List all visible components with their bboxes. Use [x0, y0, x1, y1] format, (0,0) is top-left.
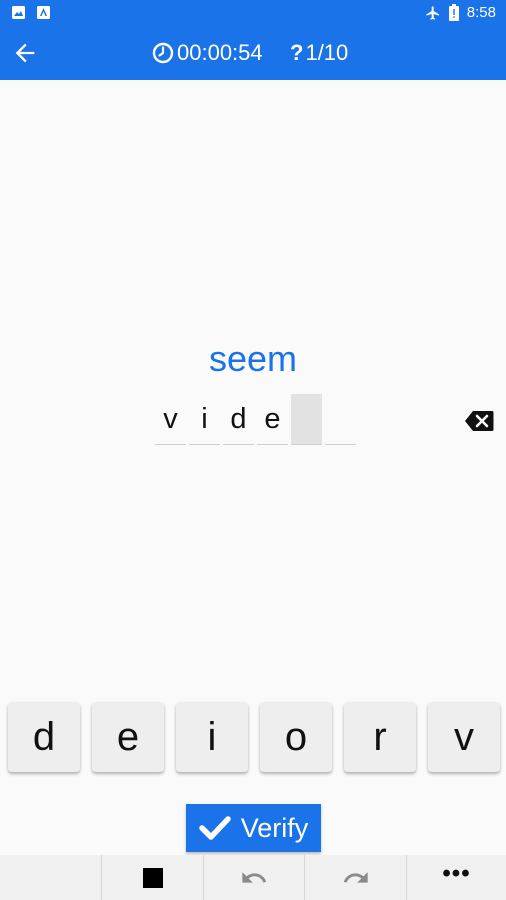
status-time: 8:58 [466, 4, 496, 21]
image-icon [12, 6, 25, 19]
letter-key[interactable]: v [428, 702, 500, 772]
app-bar: 00:00:54 ? 1/10 [0, 26, 506, 80]
app-notification-icon [37, 6, 50, 19]
prompt-word: seem [208, 338, 298, 379]
answer-slot[interactable]: v [155, 394, 186, 445]
undo-icon [242, 871, 267, 883]
letter-key[interactable]: o [260, 702, 332, 772]
timer-value: 00:00:54 [177, 40, 263, 65]
backspace-icon[interactable] [464, 410, 494, 432]
bottom-toolbar: ••• [0, 855, 506, 900]
verify-button[interactable]: Verify [186, 804, 321, 852]
more-button[interactable]: ••• [406, 855, 506, 900]
answer-slot[interactable]: d [223, 394, 254, 445]
back-arrow-icon [15, 43, 35, 63]
letter-key[interactable]: e [92, 702, 164, 772]
answer-slot[interactable]: e [257, 394, 288, 445]
airplane-mode-icon [426, 5, 439, 20]
redo-icon [343, 871, 368, 883]
answer-slot-active[interactable] [291, 394, 322, 445]
letter-keyboard: d e i o r v [8, 702, 500, 772]
status-bar: 8:58 [0, 0, 506, 26]
stop-icon [142, 867, 163, 888]
undo-button[interactable] [203, 855, 304, 900]
answer-slots: v i d e [155, 394, 356, 445]
letter-key[interactable]: d [8, 702, 80, 772]
verify-label: Verify [240, 812, 309, 843]
question-icon: ? [290, 40, 304, 65]
letter-key[interactable]: i [176, 702, 248, 772]
elapsed-timer: 00:00:54 [152, 40, 263, 66]
answer-slot[interactable]: i [189, 394, 220, 445]
checkmark-icon [198, 816, 231, 840]
clock-icon [152, 42, 174, 64]
battery-icon [448, 4, 459, 21]
redo-button[interactable] [304, 855, 406, 900]
more-icon: ••• [442, 859, 471, 887]
question-progress: 1/10 [305, 40, 349, 65]
letter-key[interactable]: r [344, 702, 416, 772]
back-button[interactable] [8, 36, 42, 70]
answer-slot[interactable] [325, 394, 356, 445]
stop-button[interactable] [101, 855, 203, 900]
toolbar-empty-cell [0, 855, 101, 900]
question-counter: ? 1/10 [290, 40, 348, 66]
